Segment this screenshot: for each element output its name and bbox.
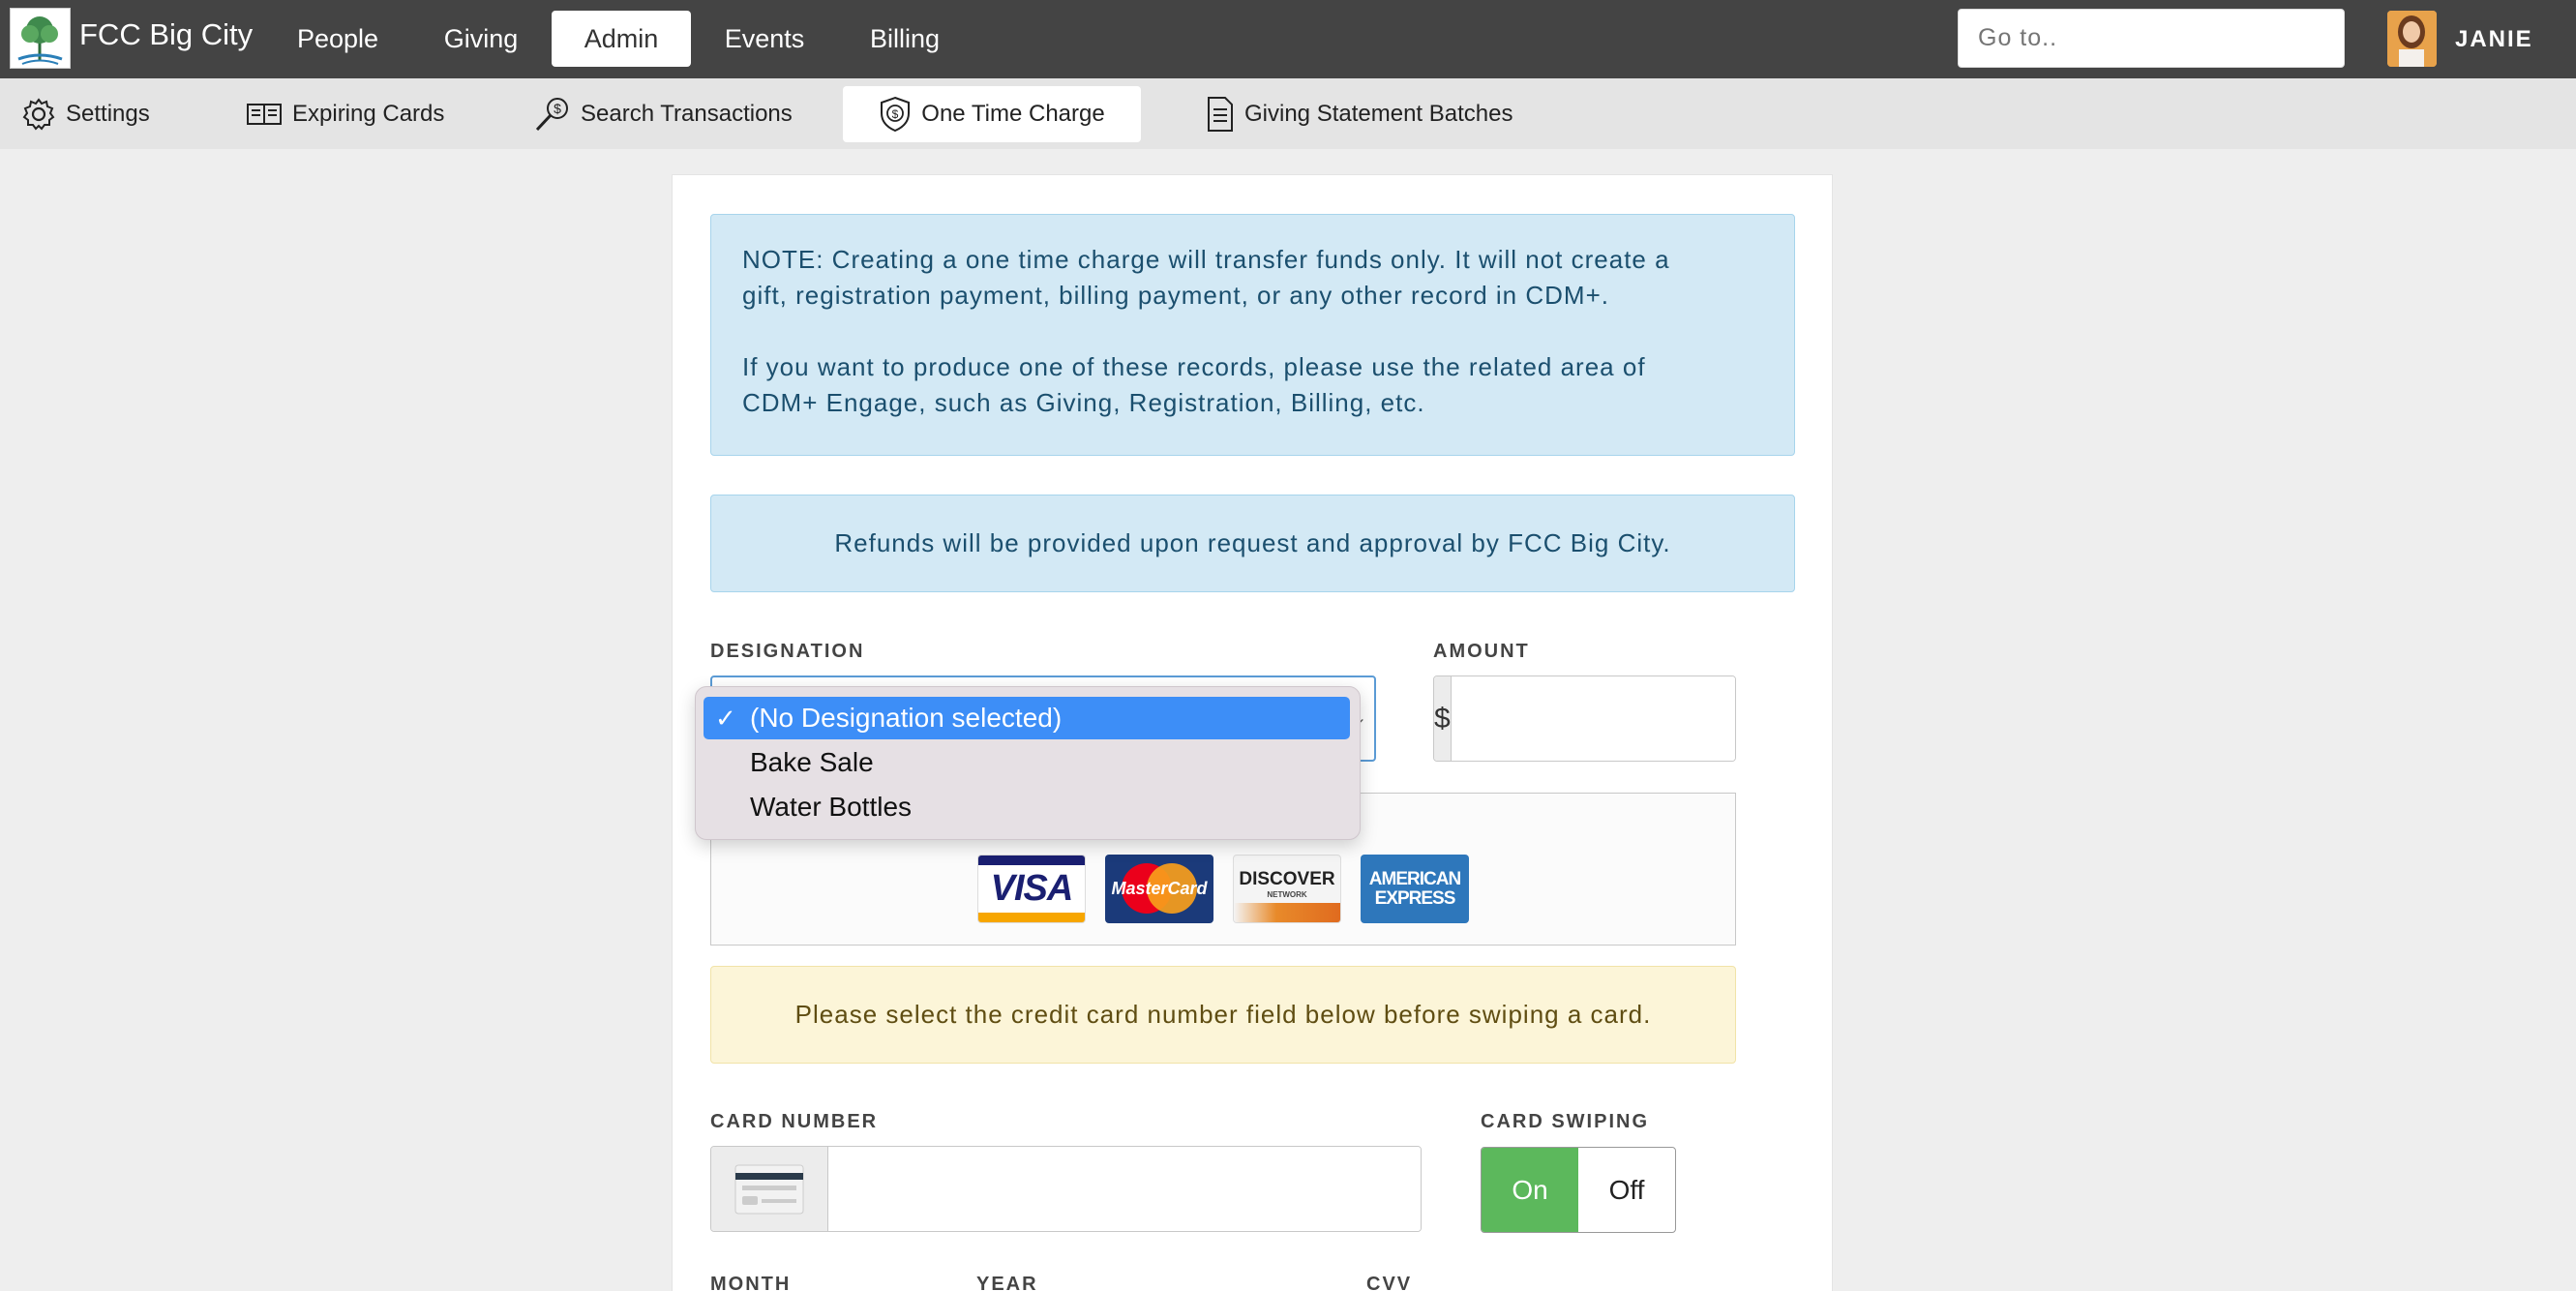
top-bar: FCC Big City People Giving Admin Events … <box>0 0 2576 78</box>
card-number-group <box>710 1146 1422 1232</box>
designation-option-water-bottles[interactable]: Water Bottles <box>704 786 1350 828</box>
tab-expiring-cards-label: Expiring Cards <box>292 101 445 127</box>
amex-logo-icon: AMERICAN EXPRESS <box>1361 855 1469 923</box>
tab-giving-statement-batches-label: Giving Statement Batches <box>1244 101 1513 127</box>
visa-logo-icon: VISA <box>977 855 1086 923</box>
designation-option-none[interactable]: ✓ (No Designation selected) <box>704 697 1350 739</box>
document-icon <box>1208 97 1233 132</box>
tree-logo-icon[interactable] <box>10 8 71 69</box>
tab-settings[interactable]: Settings <box>21 86 150 142</box>
amount-input[interactable] <box>1451 676 1735 761</box>
card-number-input[interactable] <box>828 1147 1421 1231</box>
nav-admin[interactable]: Admin <box>552 11 691 67</box>
tab-search-transactions-label: Search Transactions <box>581 101 793 127</box>
note-line-3: If you want to produce one of these reco… <box>742 352 1646 381</box>
nav-giving[interactable]: Giving <box>422 11 540 67</box>
amount-label: AMOUNT <box>1433 641 1530 662</box>
designation-option-bake-sale[interactable]: Bake Sale <box>704 741 1350 784</box>
tab-expiring-cards[interactable]: Expiring Cards <box>246 86 444 142</box>
avatar[interactable] <box>2387 11 2437 67</box>
swipe-notice: Please select the credit card number fie… <box>710 966 1736 1064</box>
nav-people[interactable]: People <box>281 11 395 67</box>
note-line-4: CDM+ Engage, such as Giving, Registratio… <box>742 388 1425 417</box>
nav-events[interactable]: Events <box>704 11 824 67</box>
admin-subnav: Settings Expiring Cards $ Search Transac… <box>0 78 2576 149</box>
nav-billing[interactable]: Billing <box>848 11 962 67</box>
card-number-label: CARD NUMBER <box>710 1111 879 1132</box>
card-swiping-label: CARD SWIPING <box>1481 1111 1649 1132</box>
designation-label: DESIGNATION <box>710 641 865 662</box>
designation-option-label: Water Bottles <box>750 792 913 822</box>
month-label: MONTH <box>710 1274 792 1291</box>
designation-option-label: (No Designation selected) <box>750 703 1063 733</box>
card-swiping-toggle[interactable]: On Off <box>1481 1147 1676 1233</box>
swipe-on-button[interactable]: On <box>1482 1148 1578 1232</box>
refunds-alert: Refunds will be provided upon request an… <box>710 495 1795 592</box>
dollar-sign-addon: $ <box>1434 676 1452 761</box>
discover-logo-icon: DISCOVER NETWORK <box>1233 855 1341 923</box>
user-name[interactable]: JANIE <box>2455 26 2533 53</box>
tab-settings-label: Settings <box>66 101 150 127</box>
swipe-off-button[interactable]: Off <box>1578 1148 1675 1232</box>
mastercard-logo-icon: MasterCard <box>1105 855 1213 923</box>
tab-one-time-charge[interactable]: $ One Time Charge <box>843 86 1141 142</box>
gear-icon <box>22 98 55 131</box>
designation-dropdown-menu: ✓ (No Designation selected) Bake Sale Wa… <box>695 686 1361 840</box>
cvv-label: CVV <box>1366 1274 1413 1291</box>
tab-giving-statement-batches[interactable]: Giving Statement Batches <box>1206 86 1513 142</box>
shield-dollar-icon: $ <box>881 96 911 133</box>
goto-search-input[interactable] <box>1958 9 2345 68</box>
year-label: YEAR <box>976 1274 1038 1291</box>
cards-icon <box>247 104 282 125</box>
checkmark-icon: ✓ <box>715 704 736 733</box>
note-alert: NOTE: Creating a one time charge will tr… <box>710 214 1795 456</box>
tab-one-time-charge-label: One Time Charge <box>921 101 1105 127</box>
tab-search-transactions[interactable]: $ Search Transactions <box>534 86 793 142</box>
amount-group: $ <box>1433 676 1736 762</box>
note-line-1: NOTE: Creating a one time charge will tr… <box>742 245 1670 274</box>
app-title[interactable]: FCC Big City <box>79 17 253 52</box>
svg-text:$: $ <box>892 107 899 121</box>
credit-card-icon <box>711 1147 828 1231</box>
designation-option-label: Bake Sale <box>750 747 874 777</box>
search-dollar-icon: $ <box>535 98 568 132</box>
note-line-2: gift, registration payment, billing paym… <box>742 281 1609 310</box>
svg-text:$: $ <box>554 101 561 116</box>
